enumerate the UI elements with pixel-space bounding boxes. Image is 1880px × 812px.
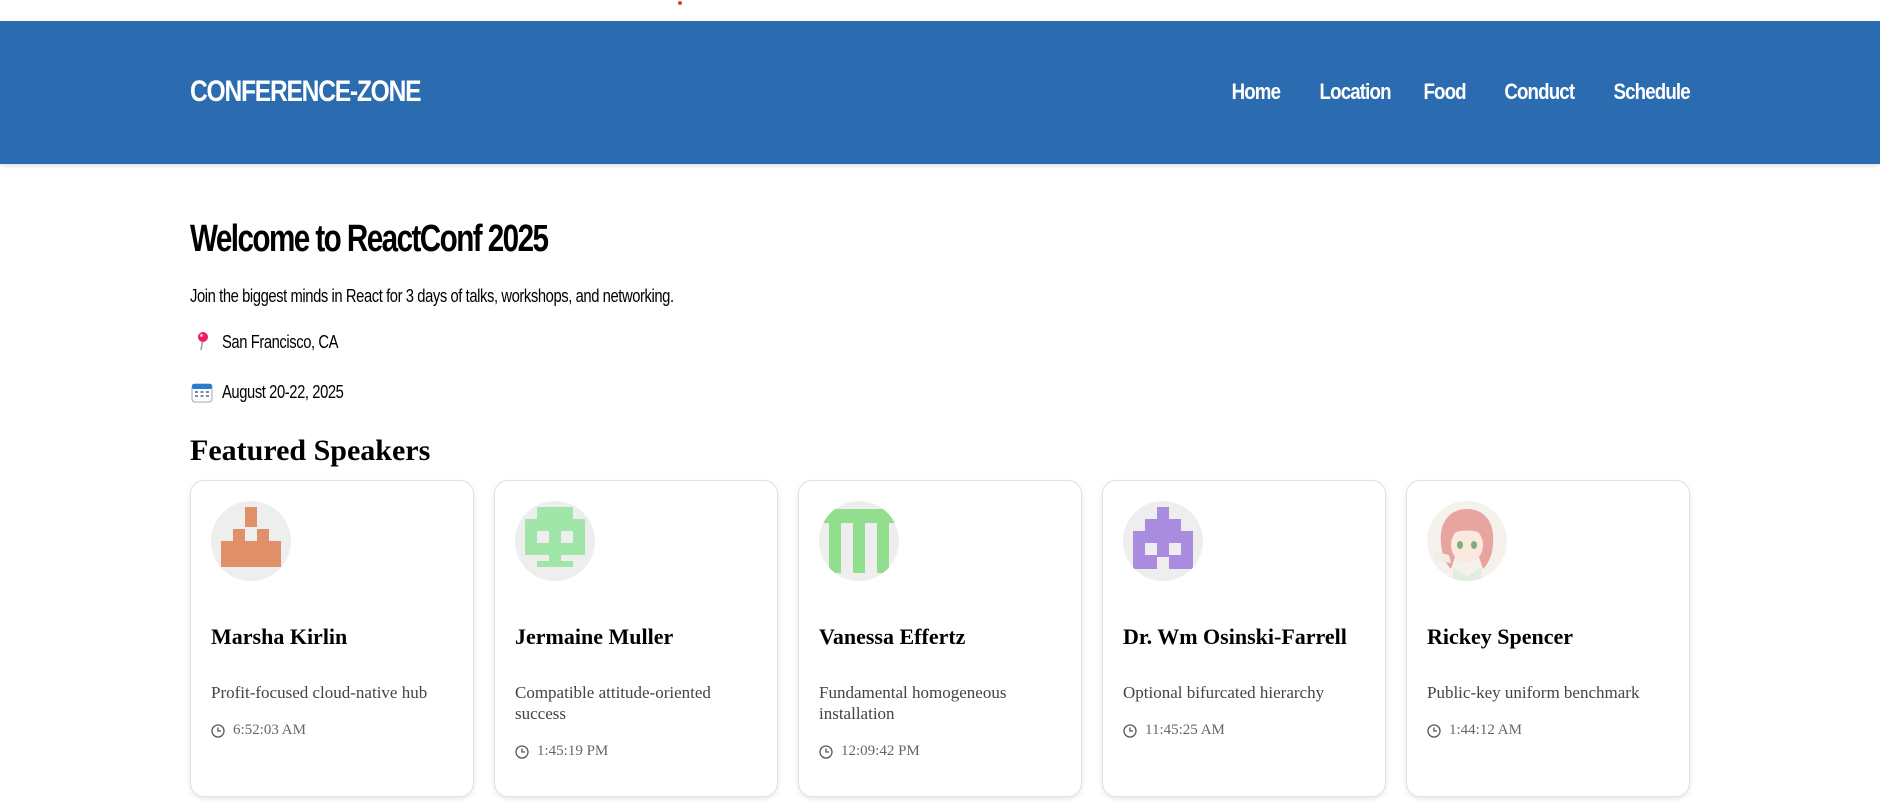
avatar	[1123, 501, 1203, 581]
date-row: August 20-22, 2025	[190, 380, 370, 404]
speaker-description: Compatible attitude-oriented success	[515, 683, 711, 723]
location-text: San Francisco, CA	[222, 331, 339, 352]
clock-icon	[819, 744, 833, 759]
speaker-time-text: 12:09:42 PM	[841, 743, 920, 759]
speaker-time-text: 11:45:25 AM	[1145, 722, 1225, 738]
speaker-cards: Marsha Kirlin Profit-focused cloud-nativ…	[190, 480, 1690, 797]
speaker-card[interactable]: Dr. Wm Osinski-Farrell Optional bifurcat…	[1102, 480, 1386, 797]
speaker-name: Jermaine Muller	[515, 624, 674, 649]
nav-home[interactable]: Home	[1232, 79, 1281, 105]
nav-location[interactable]: Location	[1319, 79, 1391, 105]
section-title: Featured Speakers	[190, 434, 431, 467]
identicon-icon	[819, 509, 899, 573]
speaker-name: Dr. Wm Osinski-Farrell	[1123, 624, 1347, 649]
speaker-time-text: 6:52:03 AM	[233, 722, 306, 738]
speaker-time-text: 1:45:19 PM	[537, 743, 609, 759]
speaker-name: Vanessa Effertz	[819, 624, 966, 649]
page-title: Welcome to ReactConf 2025	[190, 218, 549, 260]
brand-logo[interactable]: CONFERENCE-ZONE	[190, 75, 422, 109]
clock-icon	[211, 723, 225, 738]
speaker-time: 1:44:12 AM	[1427, 722, 1522, 739]
identicon-icon	[525, 507, 585, 567]
speaker-description: Public-key uniform benchmark	[1427, 683, 1640, 702]
speaker-name: Marsha Kirlin	[211, 624, 348, 649]
speaker-time: 6:52:03 AM	[211, 722, 306, 739]
avatar	[515, 501, 595, 581]
speaker-name: Rickey Spencer	[1427, 624, 1574, 649]
speaker-description: Fundamental homogeneous installation	[819, 683, 1007, 723]
speaker-card[interactable]: Vanessa Effertz Fundamental homogeneous …	[798, 480, 1082, 797]
location-row: San Francisco, CA	[190, 330, 364, 354]
main-nav: Home Location Food Conduct Schedule	[1197, 79, 1691, 105]
nav-schedule[interactable]: Schedule	[1614, 79, 1691, 105]
pin-icon	[190, 330, 214, 354]
speaker-card[interactable]: Marsha Kirlin Profit-focused cloud-nativ…	[190, 480, 474, 797]
speaker-time: 11:45:25 AM	[1123, 722, 1225, 739]
nav-conduct[interactable]: Conduct	[1504, 79, 1575, 105]
speaker-time: 1:45:19 PM	[515, 743, 608, 760]
speaker-card[interactable]: Rickey Spencer Public-key uniform benchm…	[1406, 480, 1690, 797]
clock-icon	[1427, 723, 1441, 738]
clock-icon	[1123, 723, 1137, 738]
site-header: CONFERENCE-ZONE Home Location Food Condu…	[0, 21, 1880, 164]
avatar	[1427, 501, 1507, 581]
speaker-time: 12:09:42 PM	[819, 743, 920, 760]
indicator-dot	[678, 1, 682, 5]
anime-portrait-icon	[1433, 509, 1494, 581]
speaker-card[interactable]: Jermaine Muller Compatible attitude-orie…	[494, 480, 778, 797]
avatar	[211, 501, 291, 581]
clock-icon	[515, 744, 529, 759]
identicon-icon	[221, 507, 281, 567]
identicon-icon	[1133, 507, 1193, 569]
speaker-time-text: 1:44:12 AM	[1449, 722, 1522, 738]
calendar-icon	[190, 380, 214, 404]
avatar	[819, 501, 899, 581]
speaker-description: Optional bifurcated hierarchy	[1123, 683, 1325, 702]
hero-subtitle: Join the biggest minds in React for 3 da…	[190, 286, 674, 306]
top-strip	[0, 0, 1880, 21]
speaker-description: Profit-focused cloud-native hub	[211, 683, 428, 702]
nav-food[interactable]: Food	[1424, 79, 1467, 105]
date-text: August 20-22, 2025	[222, 381, 344, 402]
